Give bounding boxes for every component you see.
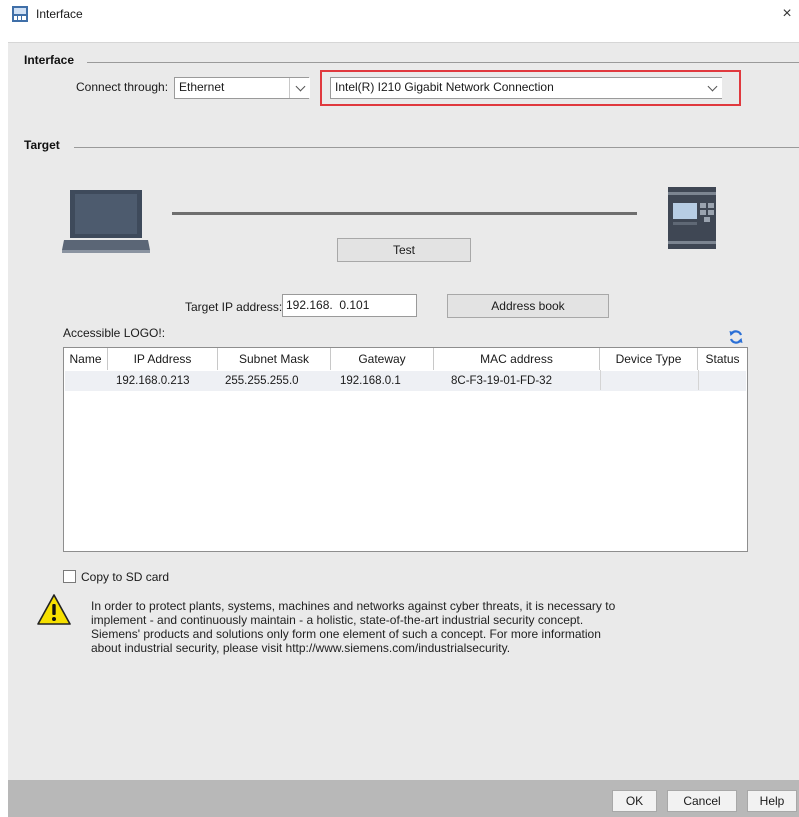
target-section-title: Target [24, 138, 60, 152]
cell-gateway: 192.168.0.1 [340, 375, 401, 387]
chevron-down-icon [707, 81, 717, 91]
laptop-icon [62, 188, 150, 254]
accessible-devices-table[interactable]: Name IP Address Subnet Mask Gateway MAC … [63, 347, 748, 552]
interface-section-divider [87, 62, 799, 63]
network-adapter-select[interactable]: Intel(R) I210 Gigabit Network Connection [330, 77, 722, 99]
interface-section-title: Interface [24, 53, 75, 67]
network-adapter-value: Intel(R) I210 Gigabit Network Connection [335, 80, 554, 94]
cancel-button[interactable]: Cancel [667, 790, 737, 812]
title-bar: Interface × [0, 0, 799, 30]
refresh-icon[interactable] [728, 329, 744, 345]
copy-to-sd-label[interactable]: Copy to SD card [81, 570, 169, 584]
help-button[interactable]: Help [747, 790, 797, 812]
target-ip-value: 192.168. 0.101 [286, 298, 370, 312]
target-section-divider [74, 147, 799, 148]
column-header-subnet-mask[interactable]: Subnet Mask [218, 348, 331, 370]
column-header-status[interactable]: Status [698, 348, 747, 370]
test-button[interactable]: Test [337, 238, 471, 262]
cell-ip-address: 192.168.0.213 [116, 375, 190, 387]
connection-type-select[interactable]: Ethernet [174, 77, 310, 99]
cell-mac-address: 8C-F3-19-01-FD-32 [451, 375, 552, 387]
copy-to-sd-checkbox[interactable] [63, 570, 76, 583]
chevron-down-icon [295, 81, 305, 91]
column-header-mac-address[interactable]: MAC address [434, 348, 600, 370]
close-button[interactable]: × [777, 3, 797, 25]
column-header-device-type[interactable]: Device Type [600, 348, 698, 370]
security-note-text: In order to protect plants, systems, mac… [91, 599, 616, 655]
window-title: Interface [36, 7, 83, 21]
connection-line [172, 212, 637, 215]
column-header-name[interactable]: Name [64, 348, 108, 370]
cell-name [68, 371, 108, 391]
network-adapter-dropdown-button[interactable] [702, 78, 722, 98]
logo-device-icon [663, 187, 719, 249]
column-header-gateway[interactable]: Gateway [331, 348, 434, 370]
column-separator [698, 370, 699, 390]
accessible-logo-label: Accessible LOGO!: [63, 326, 166, 340]
column-separator [600, 370, 601, 390]
ok-button[interactable]: OK [612, 790, 657, 812]
address-book-button[interactable]: Address book [447, 294, 609, 318]
cell-subnet-mask: 255.255.255.0 [225, 375, 299, 387]
column-header-ip-address[interactable]: IP Address [108, 348, 218, 370]
target-ip-label: Target IP address: [185, 300, 283, 314]
connect-through-label: Connect through: [76, 80, 169, 94]
warning-icon [37, 594, 71, 625]
connection-type-value: Ethernet [179, 80, 225, 94]
target-ip-input[interactable]: 192.168. 0.101 [282, 294, 417, 317]
logo-app-icon [12, 6, 28, 22]
connection-type-dropdown-button[interactable] [289, 78, 310, 98]
